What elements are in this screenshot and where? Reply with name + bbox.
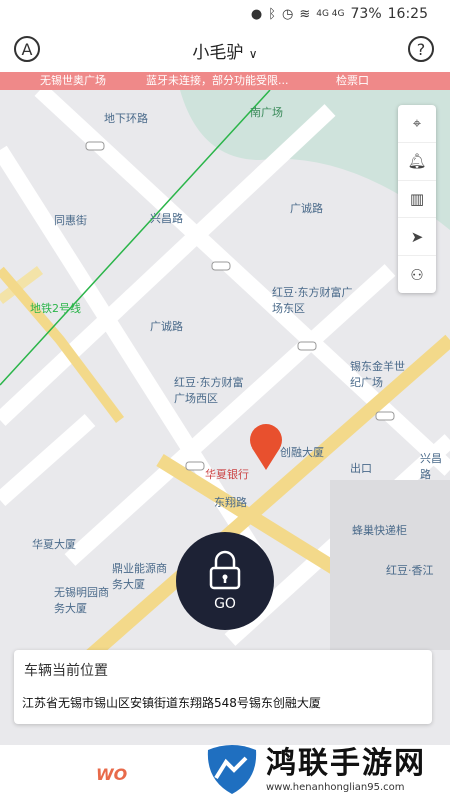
brand-logo[interactable]: WO <box>96 765 127 784</box>
battery-percent: 73% <box>350 6 382 22</box>
map-label-dixia-huanlu: 地下环路 <box>104 112 148 125</box>
watermark-text: 鸿联手游网 <box>266 746 426 781</box>
watermark-logo <box>207 745 257 794</box>
location-icon: ● <box>250 6 263 22</box>
page-title: 小毛驴 <box>192 43 244 63</box>
device-selector[interactable]: 小毛驴 ∨ <box>0 38 450 63</box>
bluetooth-icon: ᛒ <box>268 6 276 22</box>
lock-button[interactable]: GO <box>176 532 274 630</box>
network-label: 4G 4G <box>316 9 345 19</box>
lock-icon <box>209 550 241 590</box>
map-label-south-square: 南广场 <box>250 106 283 119</box>
chart-icon[interactable]: ▥ <box>398 181 436 219</box>
wifi-icon: ≋ <box>299 6 311 22</box>
help-button[interactable]: ? <box>408 36 434 62</box>
map-label-huaxia-building: 华夏大厦 <box>32 538 76 551</box>
map-toolbar: ⌖ 🔔︎ ▥ ➤ ⚇ <box>398 105 436 293</box>
map-label-xingchang-road-2: 兴昌路 <box>420 452 442 481</box>
map-label-tonghui-street: 同惠街 <box>54 214 87 227</box>
lock-button-label: GO <box>214 596 236 612</box>
map-label-metro-line: 地铁2号线 <box>30 302 81 315</box>
time: 16:25 <box>387 6 428 22</box>
vehicle-location-card[interactable]: 车辆当前位置 江苏省无锡市锡山区安镇街道东翔路548号锡东创融大厦 <box>14 650 432 724</box>
watermark-url: www.henanhonglian95.com <box>266 782 405 793</box>
map-label-guangcheng-road-2: 广诚路 <box>150 320 183 333</box>
status-bar: ● ᛒ ◷ ≋ 4G 4G 73% 16:25 <box>0 0 450 28</box>
locate-icon[interactable]: ⌖ <box>398 105 436 143</box>
map-label-xingchang-road: 兴昌路 <box>150 212 183 225</box>
map-label-chuangrong: 创融大厦 <box>280 446 324 459</box>
scooter-icon[interactable]: ⚇ <box>398 256 436 293</box>
bluetooth-banner[interactable]: 无锡世奥广场 蓝牙未连接，部分功能受限... 检票口 <box>0 72 450 90</box>
map-label-wuxi-mingyuan: 无锡明园商务大厦 <box>54 586 109 615</box>
map-label-dingye: 鼎业能源商务大厦 <box>112 562 167 591</box>
map-label-dongxiang-road: 东翔路 <box>214 496 247 509</box>
map-label-exit: 出口 <box>350 462 372 475</box>
map-label-xidong-jinyang: 锡东金羊世纪广场 <box>350 360 405 389</box>
watermark: 鸿联手游网 www.henanhonglian95.com <box>200 738 450 800</box>
help-button-label: ? <box>416 39 426 59</box>
map-label-hongdou-west: 红豆·东方财富广场西区 <box>174 376 244 405</box>
map-label-fengchao: 蜂巢快递柜 <box>352 524 407 537</box>
app-header: A 小毛驴 ∨ ? <box>0 28 450 72</box>
map-label-guangcheng-road: 广诚路 <box>290 202 323 215</box>
map-label-hongdou-xiangjiang: 红豆·香江 <box>386 564 434 577</box>
banner-left-text: 无锡世奥广场 <box>40 74 106 87</box>
card-title: 车辆当前位置 <box>24 663 108 679</box>
card-address: 江苏省无锡市锡山区安镇街道东翔路548号锡东创融大厦 <box>22 696 321 710</box>
chevron-down-icon: ∨ <box>248 47 258 61</box>
navigate-icon[interactable]: ➤ <box>398 218 436 257</box>
map-label-huaxia-bank: 华夏银行 <box>205 468 249 481</box>
banner-message: 蓝牙未连接，部分功能受限... <box>146 74 289 87</box>
map-label-hongdou-east: 红豆·东方财富广场东区 <box>272 286 353 315</box>
banner-right-text: 检票口 <box>336 74 369 87</box>
alarm-icon: ◷ <box>282 6 294 22</box>
bell-icon[interactable]: 🔔︎ <box>398 143 436 181</box>
